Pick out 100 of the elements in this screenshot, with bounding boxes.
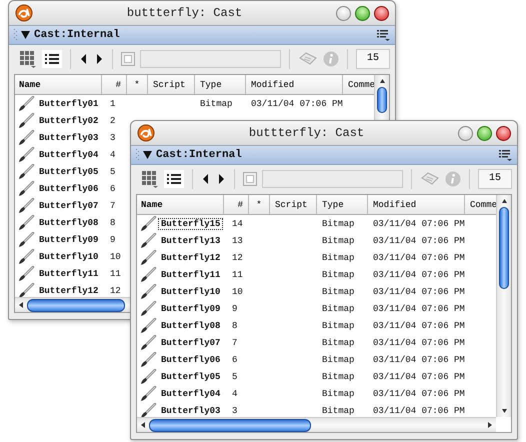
table-cell: 03/11/04 07:06 PM [373,286,465,296]
table-cell: 12 [232,252,243,262]
brush-icon [17,232,35,248]
table-cell: Bitmap [322,320,354,330]
table-cell[interactable]: Butterfly13 [158,234,224,246]
scroll-thumb[interactable] [377,87,387,113]
previous-icon[interactable] [201,172,211,184]
name-field[interactable] [140,50,281,68]
table-cell[interactable]: Butterfly01 [36,98,102,110]
table-cell: Bitmap [322,218,354,228]
table-cell: Bitmap [322,354,354,364]
menu-icon[interactable] [377,30,390,40]
table-cell[interactable]: Butterfly04 [158,388,224,400]
brush-icon [139,266,157,282]
table-cell[interactable]: Butterfly09 [36,234,102,246]
brush-icon [17,282,35,297]
table-cell[interactable]: Butterfly07 [36,200,102,212]
column-header[interactable]: Name [137,195,224,214]
table-cell[interactable]: Butterfly04 [36,148,102,160]
brush-icon [17,96,35,112]
brush-icon [139,318,157,334]
table-cell: 03/11/04 07:06 PM [373,218,465,228]
column-header[interactable]: # [102,75,127,94]
brush-icon [139,368,157,384]
logo-icon [15,4,33,22]
list-view-icon[interactable] [164,170,184,188]
horizontal-scrollbar[interactable] [137,417,496,432]
table-cell: 5 [232,372,238,382]
table-cell: 2 [110,116,116,126]
table-cell[interactable]: Butterfly03 [158,404,224,416]
column-header[interactable]: Modified [246,75,343,94]
table-cell: 9 [110,234,116,244]
scroll-thumb[interactable] [149,418,311,432]
table-cell[interactable]: Butterfly07 [158,336,224,348]
table-cell[interactable]: Butterfly02 [36,114,102,126]
table-cell[interactable]: Butterfly15 [158,218,224,230]
table-cell[interactable]: Butterfly10 [158,286,224,298]
table-cell: Bitmap [322,286,354,296]
table-cell[interactable]: Butterfly12 [36,284,102,296]
table-cell[interactable]: Butterfly06 [158,354,224,366]
table-cell: Bitmap [322,304,354,314]
brush-icon [139,352,157,368]
close-button[interactable] [374,6,389,20]
table-cell[interactable]: Butterfly08 [36,216,102,228]
previous-icon[interactable] [79,52,89,64]
column-header[interactable]: # [224,195,249,214]
table-cell: 8 [110,218,116,228]
next-icon[interactable] [94,52,104,64]
grid-view-icon[interactable] [141,170,159,188]
table-cell[interactable]: Butterfly05 [158,370,224,382]
brush-icon [17,214,35,230]
table-cell[interactable]: Butterfly11 [158,268,224,280]
table-cell[interactable]: Butterfly09 [158,302,224,314]
table-cell: Bitmap [200,98,232,108]
vertical-scrollbar[interactable] [496,195,511,417]
list-view-icon[interactable] [42,50,62,68]
table-cell: 1 [110,98,116,108]
table-cell: 5 [110,166,116,176]
table-cell: 03/11/04 07:06 PM [373,252,465,262]
table-cell[interactable]: Butterfly08 [158,320,224,332]
column-header[interactable]: Script [270,195,317,214]
table-cell: 13 [232,236,243,246]
count-field[interactable]: 15 [478,168,512,188]
table-cell[interactable]: Butterfly10 [36,250,102,262]
zoom-button[interactable] [355,6,370,20]
table-cell: 4 [110,150,116,160]
disclosure-triangle-icon[interactable] [21,31,30,39]
close-button[interactable] [496,126,511,140]
table-cell[interactable]: Butterfly11 [36,268,102,280]
disclosure-triangle-icon[interactable] [143,151,152,159]
minimize-button[interactable] [458,126,473,140]
next-icon[interactable] [216,172,226,184]
brush-icon [139,250,157,266]
table-cell[interactable]: Butterfly03 [36,132,102,144]
minimize-button[interactable] [336,6,351,20]
table-cell: Bitmap [322,406,354,416]
column-header[interactable]: Name [15,75,102,94]
count-field[interactable]: 15 [356,48,390,68]
table-cell[interactable]: Butterfly12 [158,252,224,264]
column-header[interactable]: Modified [368,195,465,214]
column-header[interactable]: * [127,75,148,94]
scroll-thumb[interactable] [27,298,125,312]
thumbnail-icon [243,172,257,186]
table-cell: 9 [232,304,238,314]
column-header[interactable]: Type [195,75,246,94]
table-cell: 03/11/04 07:06 PM [251,98,343,108]
column-header[interactable]: * [249,195,270,214]
name-field[interactable] [262,170,403,188]
grid-view-icon[interactable] [19,50,37,68]
menu-icon[interactable] [499,150,512,160]
zoom-button[interactable] [477,126,492,140]
brush-icon [17,112,35,128]
column-header[interactable]: Type [317,195,368,214]
brush-icon [139,402,157,417]
table-cell: 7 [232,338,238,348]
table-cell: 03/11/04 07:06 PM [373,320,465,330]
table-cell[interactable]: Butterfly06 [36,182,102,194]
table-cell[interactable]: Butterfly05 [36,166,102,178]
column-header[interactable]: Script [148,75,195,94]
scroll-thumb[interactable] [499,207,509,289]
